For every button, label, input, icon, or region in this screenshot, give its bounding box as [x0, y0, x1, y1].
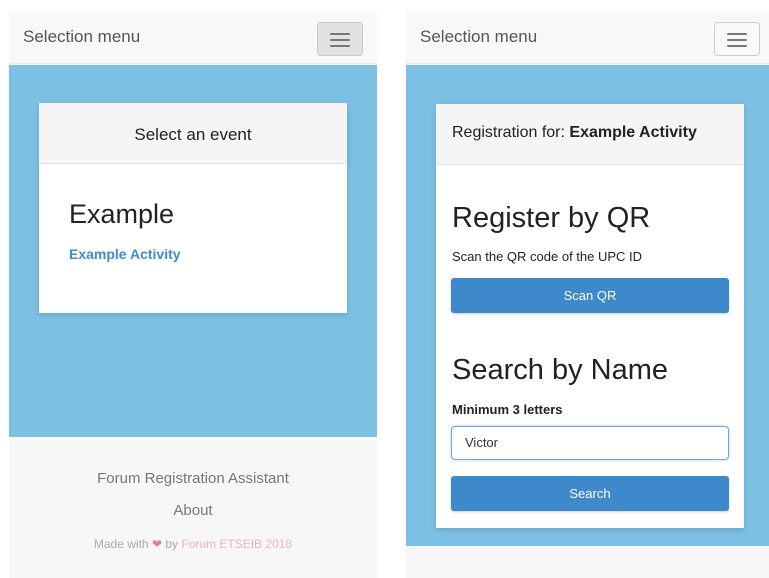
about-link[interactable]: About	[9, 502, 377, 519]
navbar-brand[interactable]: Selection menu	[23, 27, 140, 47]
registration-screen: Selection menu Registration for: Example…	[406, 12, 769, 578]
minimum-letters-label: Minimum 3 letters	[452, 402, 563, 417]
hamburger-icon	[330, 45, 350, 47]
search-button[interactable]: Search	[451, 476, 729, 511]
by-text: by	[165, 537, 179, 551]
registration-for-label: Registration for:	[452, 124, 570, 141]
event-title: Example	[69, 199, 175, 229]
forum-link[interactable]: Forum ETSEIB 2018	[181, 537, 292, 551]
event-card: Select an event Example Example Activity	[39, 103, 347, 313]
made-with-text: Made with	[93, 537, 149, 551]
activity-link[interactable]: Example Activity	[69, 246, 181, 262]
event-card-header: Select an event	[39, 103, 347, 164]
hamburger-icon	[330, 33, 350, 35]
qr-description: Scan the QR code of the UPC ID	[452, 249, 643, 264]
heart-icon: ❤	[151, 537, 162, 551]
activity-name: Example Activity	[569, 124, 697, 141]
hamburger-icon	[727, 39, 747, 41]
registration-card: Registration for: Example Activity Regis…	[436, 104, 744, 528]
footer-title: Forum Registration Assistant	[97, 470, 289, 487]
search-by-name-heading: Search by Name	[452, 354, 668, 386]
selection-screen: Selection menu Select an event Example E…	[9, 12, 377, 578]
navbar-brand[interactable]: Selection menu	[420, 27, 537, 47]
registration-card-header: Registration for: Example Activity	[436, 104, 744, 165]
scan-qr-button[interactable]: Scan QR	[451, 278, 729, 313]
register-by-qr-heading: Register by QR	[452, 202, 651, 234]
hamburger-icon	[330, 39, 350, 41]
content-background: Select an event Example Example Activity	[9, 65, 377, 437]
name-search-input[interactable]: Victor	[451, 426, 729, 460]
menu-toggle-button[interactable]	[714, 22, 760, 56]
footer-credits: Made with ❤ by Forum ETSEIB 2018	[9, 537, 377, 551]
hamburger-icon	[727, 33, 747, 35]
navbar: Selection menu	[9, 12, 377, 64]
content-background: Registration for: Example Activity Regis…	[406, 65, 769, 546]
navbar: Selection menu	[406, 12, 769, 64]
menu-toggle-button[interactable]	[317, 22, 363, 56]
hamburger-icon	[727, 45, 747, 47]
